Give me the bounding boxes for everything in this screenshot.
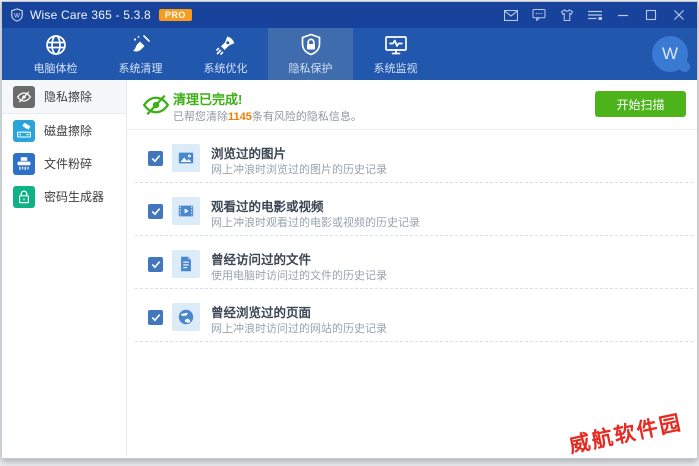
sidebar-item-disk-eraser[interactable]: 磁盘擦除: [2, 114, 126, 147]
pro-badge: PRO: [159, 9, 192, 21]
cleaner-icon: [129, 33, 153, 57]
maximize-icon[interactable]: [637, 2, 665, 28]
video-icon: [172, 197, 200, 225]
item-checkbox[interactable]: [148, 310, 163, 325]
privacy-eraser-icon: [13, 86, 35, 108]
mail-icon[interactable]: [497, 2, 525, 28]
tuneup-icon: [214, 33, 238, 57]
titlebar[interactable]: W Wise Care 365 - 5.3.8 PRO: [2, 2, 697, 28]
checkup-icon: [44, 33, 68, 57]
password-generator-icon: [13, 186, 35, 208]
menu-icon[interactable]: [581, 2, 609, 28]
web-icon: [172, 303, 200, 331]
image-icon: [172, 144, 200, 172]
minimize-icon[interactable]: [609, 2, 637, 28]
status-title: 清理已完成!: [173, 89, 242, 108]
privacy-item-list: 浏览过的图片 网上冲浪时浏览过的图片的历史记录 观看过的电影或视频 网上冲浪时观…: [127, 130, 697, 342]
tab-checkup[interactable]: 电脑体检: [13, 28, 98, 80]
nav-tabs: 电脑体检 系统清理 系统优化 隐私保护 系统监视: [13, 28, 438, 80]
privacy-icon: [300, 33, 322, 57]
theme-icon[interactable]: [553, 2, 581, 28]
status-header: 清理已完成! 已帮您清除1145条有风险的隐私信息。 开始扫描: [127, 80, 697, 130]
watermark: 威航软件园: [566, 406, 685, 459]
monitor-icon: [384, 33, 408, 57]
privacy-item-web: 曾经浏览过的页面 网上冲浪时访问过的网站的历史记录: [135, 289, 693, 342]
privacy-item-image: 浏览过的图片 网上冲浪时浏览过的图片的历史记录: [135, 130, 693, 183]
avatar-letter: W: [662, 44, 678, 64]
window-title: Wise Care 365 - 5.3.8: [30, 8, 151, 22]
file-icon: [172, 250, 200, 278]
item-checkbox[interactable]: [148, 257, 163, 272]
start-scan-button[interactable]: 开始扫描: [595, 91, 686, 117]
status-description: 已帮您清除1145条有风险的隐私信息。: [173, 108, 362, 124]
disk-eraser-icon: [13, 120, 35, 142]
chat-icon[interactable]: [525, 2, 553, 28]
close-icon[interactable]: [665, 2, 693, 28]
user-avatar[interactable]: W: [652, 36, 688, 72]
item-checkbox[interactable]: [148, 204, 163, 219]
main-nav: 电脑体检 系统清理 系统优化 隐私保护 系统监视 W: [2, 28, 697, 80]
sidebar-item-privacy-eraser[interactable]: 隐私擦除: [2, 80, 126, 114]
cleaned-count: 1145: [228, 111, 252, 123]
tab-monitor[interactable]: 系统监视: [353, 28, 438, 80]
content-panel: 清理已完成! 已帮您清除1145条有风险的隐私信息。 开始扫描 浏览过的图片 网…: [127, 80, 697, 456]
app-window: W Wise Care 365 - 5.3.8 PRO 电脑体检 系统清理 系统…: [1, 1, 698, 459]
privacy-item-file: 曾经访问过的文件 使用电脑时访问过的文件的历史记录: [135, 236, 693, 289]
tab-tuneup[interactable]: 系统优化: [183, 28, 268, 80]
tab-privacy[interactable]: 隐私保护: [268, 28, 353, 80]
sidebar-item-password-generator[interactable]: 密码生成器: [2, 180, 126, 213]
eye-slash-icon: [141, 90, 171, 125]
privacy-item-video: 观看过的电影或视频 网上冲浪时观看过的电影或视频的历史记录: [135, 183, 693, 236]
item-checkbox[interactable]: [148, 151, 163, 166]
sidebar-item-file-shredder[interactable]: 文件粉碎: [2, 147, 126, 180]
tab-cleaner[interactable]: 系统清理: [98, 28, 183, 80]
sidebar: 隐私擦除 磁盘擦除 文件粉碎 密码生成器: [2, 80, 127, 456]
file-shredder-icon: [13, 153, 35, 175]
svg-text:W: W: [14, 13, 20, 20]
app-logo-icon: W: [10, 8, 24, 22]
